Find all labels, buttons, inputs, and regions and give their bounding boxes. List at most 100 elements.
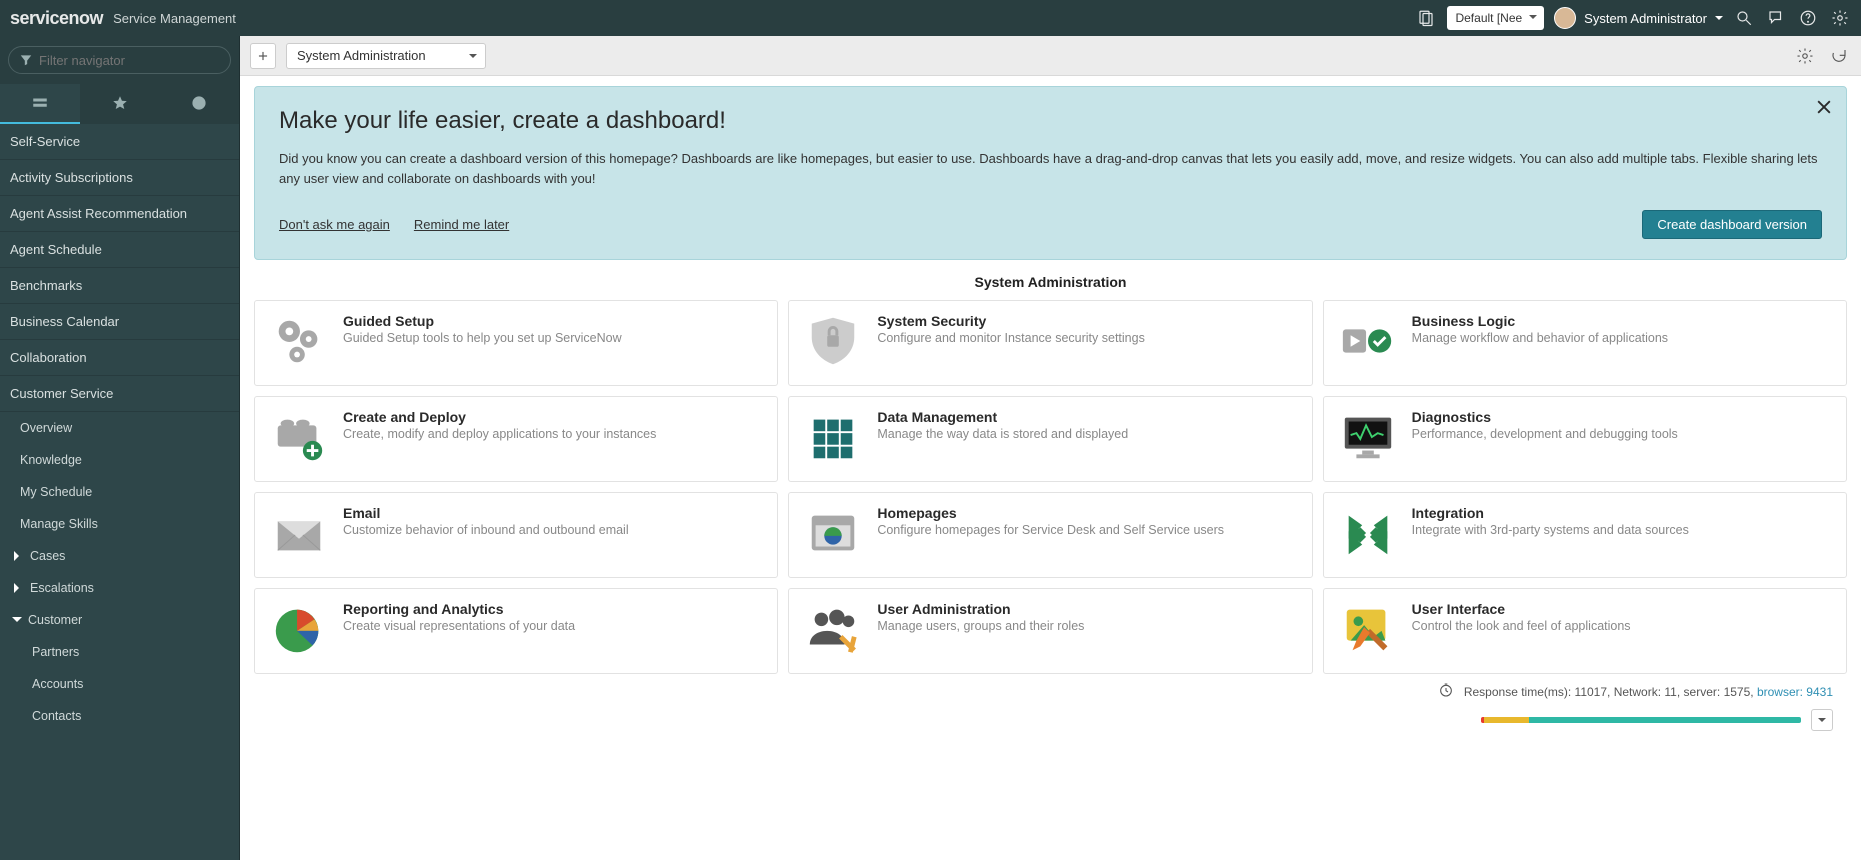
card-title: System Security — [877, 313, 1145, 329]
navigator-tabs — [0, 84, 239, 124]
nav-item[interactable]: Agent Assist Recommendation — [0, 196, 239, 232]
nav-subitem[interactable]: Overview — [0, 412, 239, 444]
chevron-down-icon — [12, 617, 22, 627]
refresh-icon[interactable] — [1827, 44, 1851, 68]
help-icon[interactable] — [1797, 7, 1819, 29]
admin-card[interactable]: Homepages Configure homepages for Service… — [788, 492, 1312, 578]
navigator-list: Self-ServiceActivity SubscriptionsAgent … — [0, 124, 239, 860]
create-dashboard-button[interactable]: Create dashboard version — [1642, 210, 1822, 239]
update-set-icon[interactable] — [1415, 7, 1437, 29]
card-desc: Configure homepages for Service Desk and… — [877, 523, 1224, 537]
stopwatch-icon — [1438, 682, 1454, 701]
admin-card[interactable]: System Security Configure and monitor Ins… — [788, 300, 1312, 386]
tab-history[interactable] — [159, 84, 239, 124]
card-body: Homepages Configure homepages for Service… — [877, 505, 1224, 565]
content-area: System Administration Make your life eas… — [240, 36, 1861, 860]
card-desc: Manage users, groups and their roles — [877, 619, 1084, 633]
filter-navigator-input[interactable] — [39, 53, 220, 68]
application-scope-select[interactable]: Default [Nee — [1447, 6, 1544, 30]
remind-later-link[interactable]: Remind me later — [414, 217, 509, 232]
admin-card[interactable]: EmailCustomize behavior of inbound and o… — [254, 492, 778, 578]
card-desc: Manage the way data is stored and displa… — [877, 427, 1128, 441]
nav-item[interactable]: Self-Service — [0, 124, 239, 160]
tab-all-applications[interactable] — [0, 84, 80, 124]
card-body: Business LogicManage workflow and behavi… — [1412, 313, 1668, 373]
settings-icon[interactable] — [1829, 7, 1851, 29]
card-title: User Administration — [877, 601, 1084, 617]
nav-subitem[interactable]: Accounts — [0, 668, 239, 700]
card-title: User Interface — [1412, 601, 1631, 617]
nav-subitem[interactable]: My Schedule — [0, 476, 239, 508]
banner-title: Make your life easier, create a dashboar… — [279, 107, 1822, 135]
nav-subitem[interactable]: Partners — [0, 636, 239, 668]
homepage-settings-icon[interactable] — [1793, 44, 1817, 68]
card-body: Reporting and Analytics Create visual rep… — [343, 601, 575, 661]
pie-icon — [269, 601, 329, 657]
card-body: Create and DeployCreate, modify and depl… — [343, 409, 656, 469]
admin-card[interactable]: Reporting and Analytics Create visual rep… — [254, 588, 778, 674]
add-content-button[interactable] — [250, 43, 276, 69]
tab-favorites[interactable] — [80, 84, 160, 124]
admin-card[interactable]: Guided Setup Guided Setup tools to help y… — [254, 300, 778, 386]
nav-item[interactable]: Business Calendar — [0, 304, 239, 340]
card-body: DiagnosticsPerformance, development and … — [1412, 409, 1678, 469]
response-time-bar — [1481, 717, 1801, 723]
card-desc: Manage workflow and behavior of applicat… — [1412, 331, 1668, 345]
users-icon — [803, 601, 863, 657]
nav-subitem[interactable]: Knowledge — [0, 444, 239, 476]
card-title: Create and Deploy — [343, 409, 656, 425]
nav-expandable-label: Cases — [30, 549, 65, 563]
filter-navigator[interactable] — [8, 46, 231, 74]
chevron-right-icon — [14, 583, 24, 593]
card-body: System Security Configure and monitor Ins… — [877, 313, 1145, 373]
navigator-sidebar: Self-ServiceActivity SubscriptionsAgent … — [0, 36, 240, 860]
admin-card[interactable]: User Administration Manage users, groups … — [788, 588, 1312, 674]
card-title: Diagnostics — [1412, 409, 1678, 425]
blocks-icon — [269, 409, 329, 465]
content-toolbar: System Administration — [240, 36, 1861, 76]
card-body: User Interface Control the look and feel … — [1412, 601, 1631, 661]
nav-subitem[interactable]: Manage Skills — [0, 508, 239, 540]
search-icon[interactable] — [1733, 7, 1755, 29]
nav-expandable[interactable]: Escalations — [0, 572, 239, 604]
nav-expandable[interactable]: Cases — [0, 540, 239, 572]
nav-expandable[interactable]: Customer — [0, 604, 239, 636]
user-menu[interactable]: System Administrator — [1554, 7, 1723, 29]
card-desc: Create visual representations of your da… — [343, 619, 575, 633]
admin-card[interactable]: Data ManagementManage the way data is st… — [788, 396, 1312, 482]
nav-item[interactable]: Agent Schedule — [0, 232, 239, 268]
card-title: Guided Setup — [343, 313, 622, 329]
card-desc: Guided Setup tools to help you set up Se… — [343, 331, 622, 345]
gears-icon — [269, 313, 329, 369]
chat-icon[interactable] — [1765, 7, 1787, 29]
admin-card[interactable]: Business LogicManage workflow and behavi… — [1323, 300, 1847, 386]
admin-card[interactable]: IntegrationIntegrate with 3rd-party syst… — [1323, 492, 1847, 578]
nav-item[interactable]: Activity Subscriptions — [0, 160, 239, 196]
grid-icon — [803, 409, 863, 465]
card-desc: Control the look and feel of application… — [1412, 619, 1631, 633]
user-name: System Administrator — [1584, 11, 1707, 26]
card-grid: Guided Setup Guided Setup tools to help y… — [254, 300, 1847, 674]
section-title: System Administration — [254, 274, 1847, 290]
admin-card[interactable]: Create and DeployCreate, modify and depl… — [254, 396, 778, 482]
response-expand-button[interactable] — [1811, 709, 1833, 731]
mail-icon — [269, 505, 329, 561]
nav-subitem[interactable]: Contacts — [0, 700, 239, 732]
banner-close-icon[interactable] — [1814, 97, 1834, 120]
browser-icon — [803, 505, 863, 561]
app-header: servicenow Service Management Default [N… — [0, 0, 1861, 36]
admin-card[interactable]: User Interface Control the look and feel … — [1323, 588, 1847, 674]
nav-item[interactable]: Benchmarks — [0, 268, 239, 304]
nav-item[interactable]: Collaboration — [0, 340, 239, 376]
card-title: Homepages — [877, 505, 1224, 521]
paint-icon — [1338, 601, 1398, 657]
nav-item[interactable]: Customer Service — [0, 376, 239, 412]
admin-card[interactable]: DiagnosticsPerformance, development and … — [1323, 396, 1847, 482]
card-title: Reporting and Analytics — [343, 601, 575, 617]
dashboard-banner: Make your life easier, create a dashboar… — [254, 86, 1847, 260]
chevron-right-icon — [14, 551, 24, 561]
card-desc: Configure and monitor Instance security … — [877, 331, 1145, 345]
dont-ask-link[interactable]: Don't ask me again — [279, 217, 390, 232]
homepage-select[interactable]: System Administration — [286, 43, 486, 69]
card-desc: Integrate with 3rd-party systems and dat… — [1412, 523, 1689, 537]
